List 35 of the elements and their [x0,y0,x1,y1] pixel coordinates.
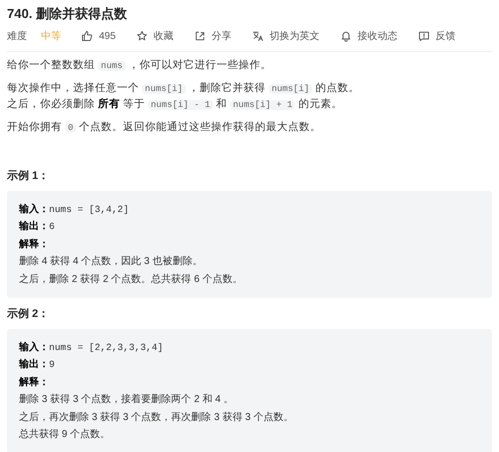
difficulty-label: 难度 [7,30,27,44]
field-value: nums = [2,2,3,3,3,4] [49,340,164,354]
explanation-line: 删除 4 获得 4 个点数，因此 3 也被删除。 [19,254,204,269]
example-heading: 示例 2： [7,307,50,322]
thumbs-up-icon [81,30,93,42]
explanation-line: 总共获得 9 个点数。 [19,428,112,442]
difficulty-level: 中等 [41,30,61,44]
field-label: 输入： [19,340,49,354]
description-paragraph: 每次操作中，选择任意一个 nums[i] ，删除它并获得 nums[i] 的点数。之后，你必须删除 所有 等于 nums[i] - 1 和 nums[i] + 1 的元素。 [7,81,360,112]
favorite-button[interactable]: 收藏 [136,28,174,44]
example-heading: 示例 1： [7,169,50,184]
description-paragraph: 给你一个整数数组 nums ，你可以对它进行一些操作。 [7,58,272,73]
field-label: 解释： [19,238,49,252]
explanation-line: 删除 3 获得 3 个点数，接着要删除两个 2 和 4 。 [19,392,234,407]
star-icon [136,30,148,42]
description-paragraph: 开始你拥有 0 个点数。返回你能通过这些操作获得的最大点数。 [7,120,322,135]
translate-icon [252,30,264,42]
share-icon [194,30,206,42]
explanation-line: 之后，再次删除 3 获得 3 个点数，再次删除 3 获得 3 个点数。 [19,410,294,424]
field-label: 输入： [19,202,49,216]
problem-title: 740. 删除并获得点数 [7,5,128,23]
field-label: 解释： [19,376,49,390]
like-button[interactable]: 495 [81,28,116,44]
field-value: 9 [49,358,55,372]
feedback-icon [418,30,430,42]
bell-icon [340,30,352,42]
subscribe-button[interactable]: 接收动态 [340,28,398,44]
field-value: nums = [3,4,2] [49,202,129,216]
field-label: 输出： [19,220,49,234]
field-label: 输出： [19,358,49,372]
field-value: 6 [49,220,55,234]
explanation-line: 之后，删除 2 获得 2 个点数。总共获得 6 个点数。 [19,272,244,286]
share-button[interactable]: 分享 [194,28,232,44]
translate-button[interactable]: 切换为英文 [252,28,320,44]
feedback-button[interactable]: 反馈 [418,28,456,44]
